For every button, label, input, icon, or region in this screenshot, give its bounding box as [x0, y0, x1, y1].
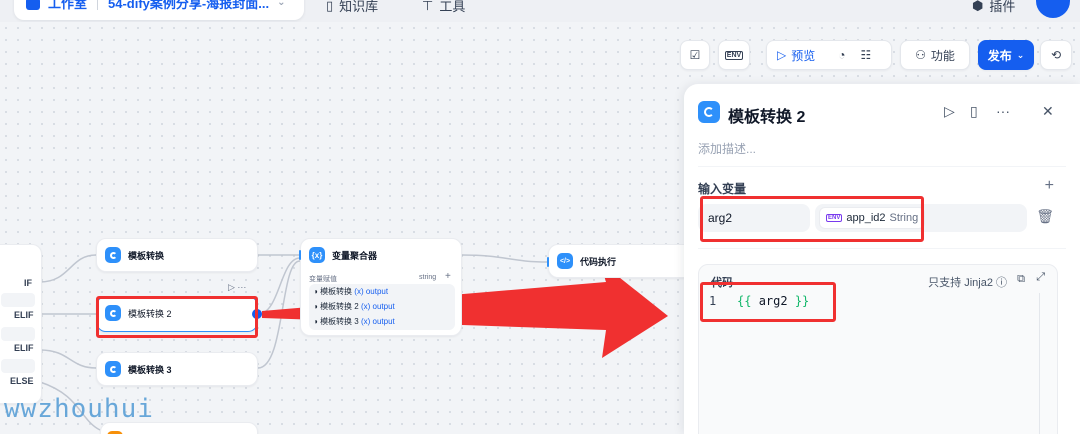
env-icon: ENV	[724, 50, 744, 60]
highlight-variable	[700, 196, 924, 242]
condition-row	[1, 359, 35, 373]
panel-title[interactable]: 模板转换 2	[728, 103, 805, 127]
highlight-node	[96, 296, 258, 338]
branch-label-else: ELSE	[10, 376, 34, 386]
publish-button[interactable]: 发布 ⌄	[978, 40, 1034, 70]
edge-if	[39, 254, 97, 283]
node-header: 模板转换	[105, 247, 164, 263]
input-handle[interactable]	[547, 257, 549, 267]
close-icon[interactable]: ✕	[1042, 103, 1054, 120]
node-title: 变量聚合器	[332, 250, 378, 261]
history-run-icon[interactable]: ◔	[838, 48, 845, 62]
aggregator-var-type: string	[419, 274, 437, 281]
play-icon: ▷	[777, 48, 787, 62]
book-icon[interactable]: ▯	[970, 103, 978, 120]
list-icon[interactable]: ☷	[861, 48, 872, 62]
node-actions[interactable]: ▷ ···	[228, 282, 246, 293]
aggregator-list: ◑ 模板转换 (x) output ◑ 模板转换 2 (x) output ◑ …	[309, 284, 455, 330]
template-icon	[105, 247, 121, 263]
features-icon: ⚇	[915, 48, 926, 62]
copy-icon[interactable]: ⧉	[1017, 273, 1025, 286]
variable-aggregator-node[interactable]: {x} 变量聚合器 变量赋值 string + ◑ 模板转换 (x) outpu…	[300, 238, 462, 336]
template-node-1[interactable]: 模板转换	[96, 238, 258, 272]
node-title: 模板转换 3	[128, 364, 172, 375]
trash-icon[interactable]: 🗑	[1036, 208, 1054, 225]
node-title: 代码执行	[580, 256, 617, 267]
code-icon: </>	[557, 253, 573, 269]
condition-row	[1, 327, 35, 341]
publish-label: 发布	[987, 48, 1012, 63]
highlight-code	[700, 282, 836, 322]
node-header: 模板转换 3	[105, 361, 172, 377]
edge-elif2	[39, 349, 97, 369]
run-icon[interactable]: ▷	[944, 103, 955, 120]
divider	[698, 248, 1066, 249]
aggregator-var-label: 变量赋值	[309, 276, 337, 283]
edge-agg-code	[461, 254, 549, 263]
input-handle[interactable]	[299, 250, 301, 260]
template-icon	[698, 101, 720, 123]
history-icon: ⟲	[1050, 48, 1062, 62]
description-input[interactable]: 添加描述...	[698, 140, 756, 157]
variable-icon: {x}	[309, 247, 325, 263]
branch-label-elif2: ELIF	[14, 343, 34, 353]
chevron-down-icon: ⌄	[1016, 49, 1025, 60]
condition-row	[1, 293, 35, 307]
info-icon: ⓘ	[996, 277, 1007, 289]
features-label: 功能	[930, 48, 955, 63]
features-button[interactable]: ⚇ 功能	[900, 40, 970, 70]
scrollbar[interactable]	[1039, 293, 1049, 434]
input-vars-label: 输入变量	[698, 182, 747, 196]
preview-button[interactable]: 预览	[791, 47, 815, 64]
template-node-3[interactable]: 模板转换 3	[96, 352, 258, 386]
list-item: ◑ 模板转换 2 (x) output	[313, 302, 395, 311]
template-icon	[105, 361, 121, 377]
more-icon[interactable]: ···	[996, 103, 1010, 119]
add-variable-icon[interactable]: +	[1045, 177, 1054, 195]
expand-icon[interactable]: ⤢	[1036, 271, 1045, 284]
branch-label-if: IF	[24, 278, 32, 288]
history-button[interactable]: ⟲	[1040, 40, 1072, 70]
checklist-icon: ☑	[689, 48, 701, 62]
jinja-note: 只支持 Jinja2 ⓘ	[928, 277, 1007, 289]
branch-label-elif: ELIF	[14, 310, 34, 320]
env-button[interactable]: ENV	[718, 40, 750, 70]
node-settings-panel: 模板转换 2 ▷ ▯ ··· ✕ 添加描述... 输入变量 + arg2 ENV…	[684, 84, 1080, 434]
node-header: </> 代码执行	[557, 253, 616, 269]
add-icon[interactable]: +	[445, 271, 451, 282]
checklist-button[interactable]: ☑	[680, 40, 710, 70]
watermark: wwzhouhui	[4, 394, 154, 424]
node-title: 模板转换	[128, 250, 165, 261]
list-item: ◑ 模板转换 3 (x) output	[313, 317, 395, 326]
preview-group: ▷ 预览 ◔ ☷	[766, 40, 892, 70]
list-item: ◑ 模板转换 (x) output	[313, 287, 389, 296]
divider	[698, 166, 1066, 167]
code-node[interactable]: </> 代码执行	[548, 244, 698, 278]
node-header: {x} 变量聚合器	[309, 247, 377, 263]
